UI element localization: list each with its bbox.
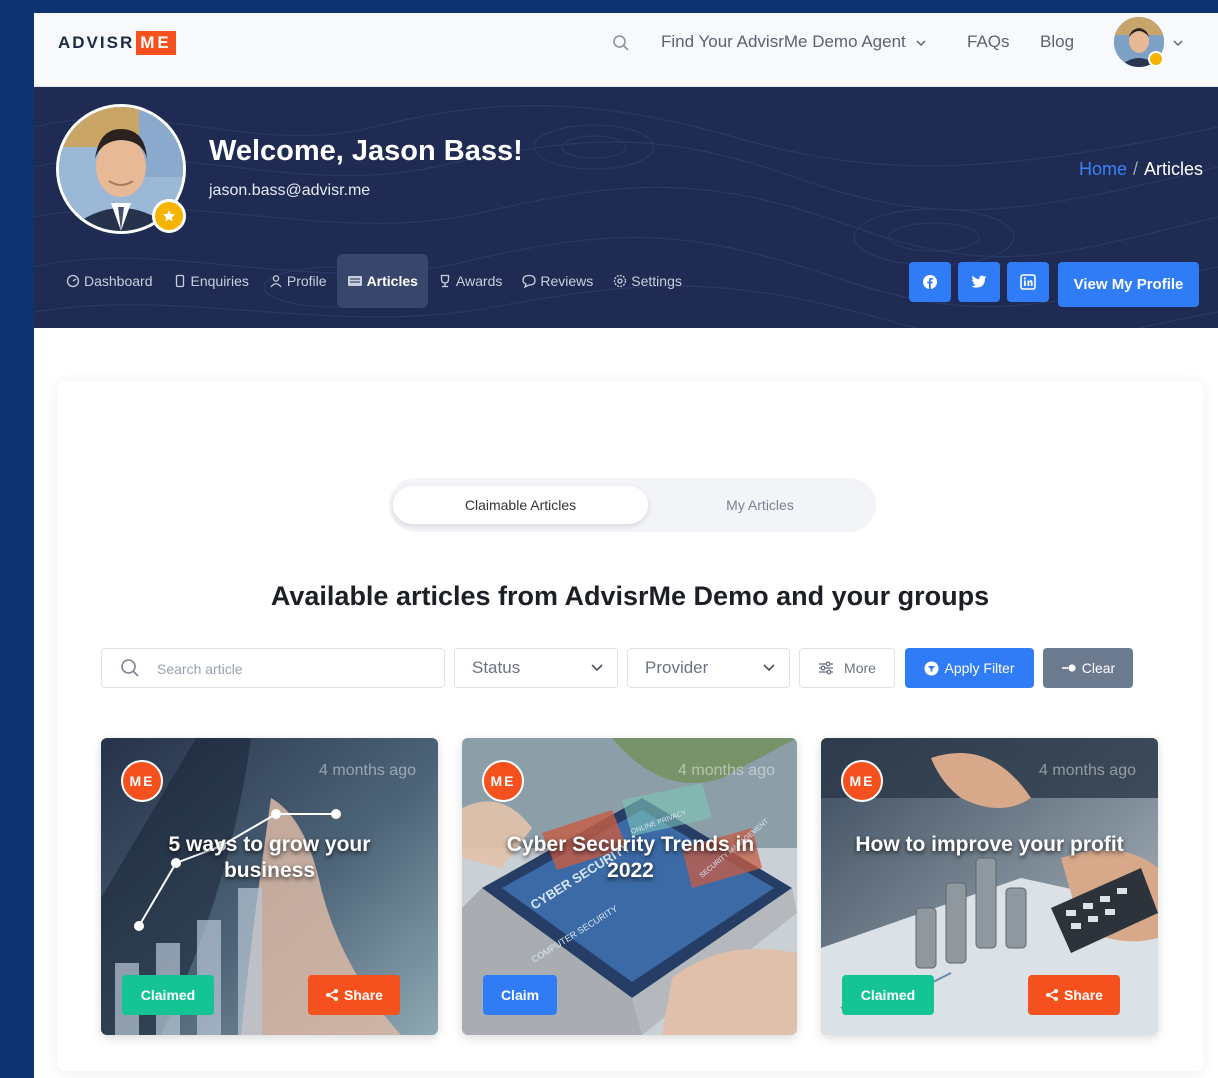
article-title: How to improve your profit [855, 833, 1124, 856]
article-title: 5 ways to grow your business [168, 833, 371, 882]
page: ADVISR ME Find Your AdvisrMe Demo Agent … [34, 13, 1218, 1078]
article-card[interactable]: ME 4 months ago How to improve your prof… [821, 738, 1158, 1035]
twitter-button[interactable] [958, 262, 1000, 302]
logo-badge: ME [136, 31, 176, 55]
star-icon [163, 210, 175, 222]
tab-claimable-articles[interactable]: Claimable Articles [393, 486, 648, 524]
tab-dashboard[interactable]: Dashboard [56, 254, 163, 308]
sliders-icon [819, 661, 834, 675]
article-time: 4 months ago [319, 762, 416, 779]
advisrme-logo[interactable]: ADVISR ME [58, 30, 176, 56]
section-heading: Available articles from AdvisrMe Demo an… [270, 581, 990, 611]
clear-filter-button[interactable]: Clear [1043, 648, 1133, 688]
avatar-star-badge [1148, 51, 1164, 67]
more-filters-button[interactable]: More [799, 648, 895, 688]
breadcrumb-current: Articles [1143, 159, 1203, 179]
apply-filter-label: Apply Filter [944, 660, 1015, 676]
articles-icon [347, 276, 362, 286]
twitter-icon [971, 275, 987, 288]
tab-articles[interactable]: Articles [336, 254, 428, 308]
articles-panel: Claimable Articles My Articles Available… [57, 381, 1203, 1071]
linkedin-icon [1020, 274, 1036, 290]
facebook-icon [923, 275, 937, 289]
tab-label: Dashboard [84, 273, 153, 289]
share-label: Share [344, 987, 383, 1003]
logo-text: ADVISR [58, 33, 135, 52]
share-icon [1046, 989, 1059, 1001]
tab-label: Settings [631, 273, 682, 289]
nav-faqs[interactable]: FAQs [967, 32, 1010, 52]
tab-label: Articles [366, 273, 418, 289]
article-title: Cyber Security Trends in 2022 [506, 833, 755, 882]
claimed-badge: Claimed [842, 975, 934, 1015]
nav-find-agent[interactable]: Find Your AdvisrMe Demo Agent [661, 32, 927, 52]
nav-blog[interactable]: Blog [1040, 32, 1074, 52]
view-profile-button[interactable]: View My Profile [1058, 262, 1199, 307]
provider-select-label: Provider [645, 658, 709, 677]
tab-profile[interactable]: Profile [259, 254, 337, 308]
phone-icon [175, 274, 184, 288]
search-icon[interactable] [612, 34, 630, 52]
linkedin-button[interactable] [1007, 262, 1049, 302]
tab-my-articles[interactable]: My Articles [648, 486, 872, 524]
facebook-button[interactable] [909, 262, 951, 302]
provider-select[interactable]: Provider [627, 648, 790, 688]
user-email: jason.bass@advisr.me [209, 182, 371, 199]
chat-icon [522, 274, 537, 288]
share-icon [326, 989, 339, 1001]
tab-reviews[interactable]: Reviews [512, 254, 603, 308]
filter-icon [924, 661, 939, 675]
gear-icon [614, 274, 627, 288]
welcome-title: Welcome, Jason Bass! [209, 135, 523, 167]
article-card[interactable]: ME 4 months ago 5 ways to grow your busi… [101, 738, 438, 1035]
breadcrumb: Home / Articles [1079, 159, 1203, 180]
top-navbar: ADVISR ME Find Your AdvisrMe Demo Agent … [34, 13, 1218, 87]
tab-awards[interactable]: Awards [428, 254, 512, 308]
article-card[interactable]: CYBER SECURITY COMPUTER SECURITY ONLINE … [462, 738, 797, 1035]
share-button[interactable]: Share [1028, 975, 1120, 1015]
article-time: 4 months ago [678, 762, 775, 779]
status-select-label: Status [472, 658, 521, 677]
advisrme-logo-badge: ME [121, 760, 163, 802]
chevron-down-icon [763, 664, 775, 672]
status-select[interactable]: Status [454, 648, 618, 688]
article-time: 4 months ago [1039, 762, 1136, 779]
user-icon [270, 275, 282, 288]
apply-filter-button[interactable]: Apply Filter [905, 648, 1034, 688]
search-box[interactable] [101, 648, 445, 688]
advisrme-logo-badge: ME [482, 760, 524, 802]
share-button[interactable]: Share [308, 975, 400, 1015]
chevron-down-icon[interactable] [1172, 37, 1184, 49]
tab-label: Awards [455, 273, 503, 289]
share-label: Share [1064, 987, 1103, 1003]
claimed-badge: Claimed [122, 975, 214, 1015]
advisrme-logo-badge: ME [841, 760, 883, 802]
chevron-down-icon [591, 664, 603, 672]
breadcrumb-separator: / [1132, 159, 1138, 179]
dashboard-icon [66, 274, 80, 288]
trophy-icon [440, 274, 450, 288]
profile-tabs: Dashboard Enquiries Profile Articles Awa… [56, 254, 692, 308]
search-input[interactable] [157, 657, 437, 681]
article-type-toggle: Claimable Articles My Articles [389, 478, 876, 532]
search-icon [121, 659, 139, 677]
chevron-down-icon [916, 39, 927, 46]
tab-label: Profile [286, 273, 327, 289]
eraser-icon [1061, 664, 1076, 672]
profile-star-badge [152, 199, 186, 233]
tab-label: Enquiries [190, 273, 249, 289]
nav-find-agent-label: Find Your AdvisrMe Demo Agent [661, 32, 906, 51]
claim-button[interactable]: Claim [483, 975, 557, 1015]
breadcrumb-home[interactable]: Home [1079, 159, 1127, 179]
tab-enquiries[interactable]: Enquiries [163, 254, 259, 308]
clear-filter-label: Clear [1081, 660, 1116, 676]
more-filters-label: More [844, 660, 876, 676]
tab-settings[interactable]: Settings [603, 254, 692, 308]
profile-header: Welcome, Jason Bass! jason.bass@advisr.m… [34, 87, 1218, 328]
tab-label: Reviews [540, 273, 594, 289]
